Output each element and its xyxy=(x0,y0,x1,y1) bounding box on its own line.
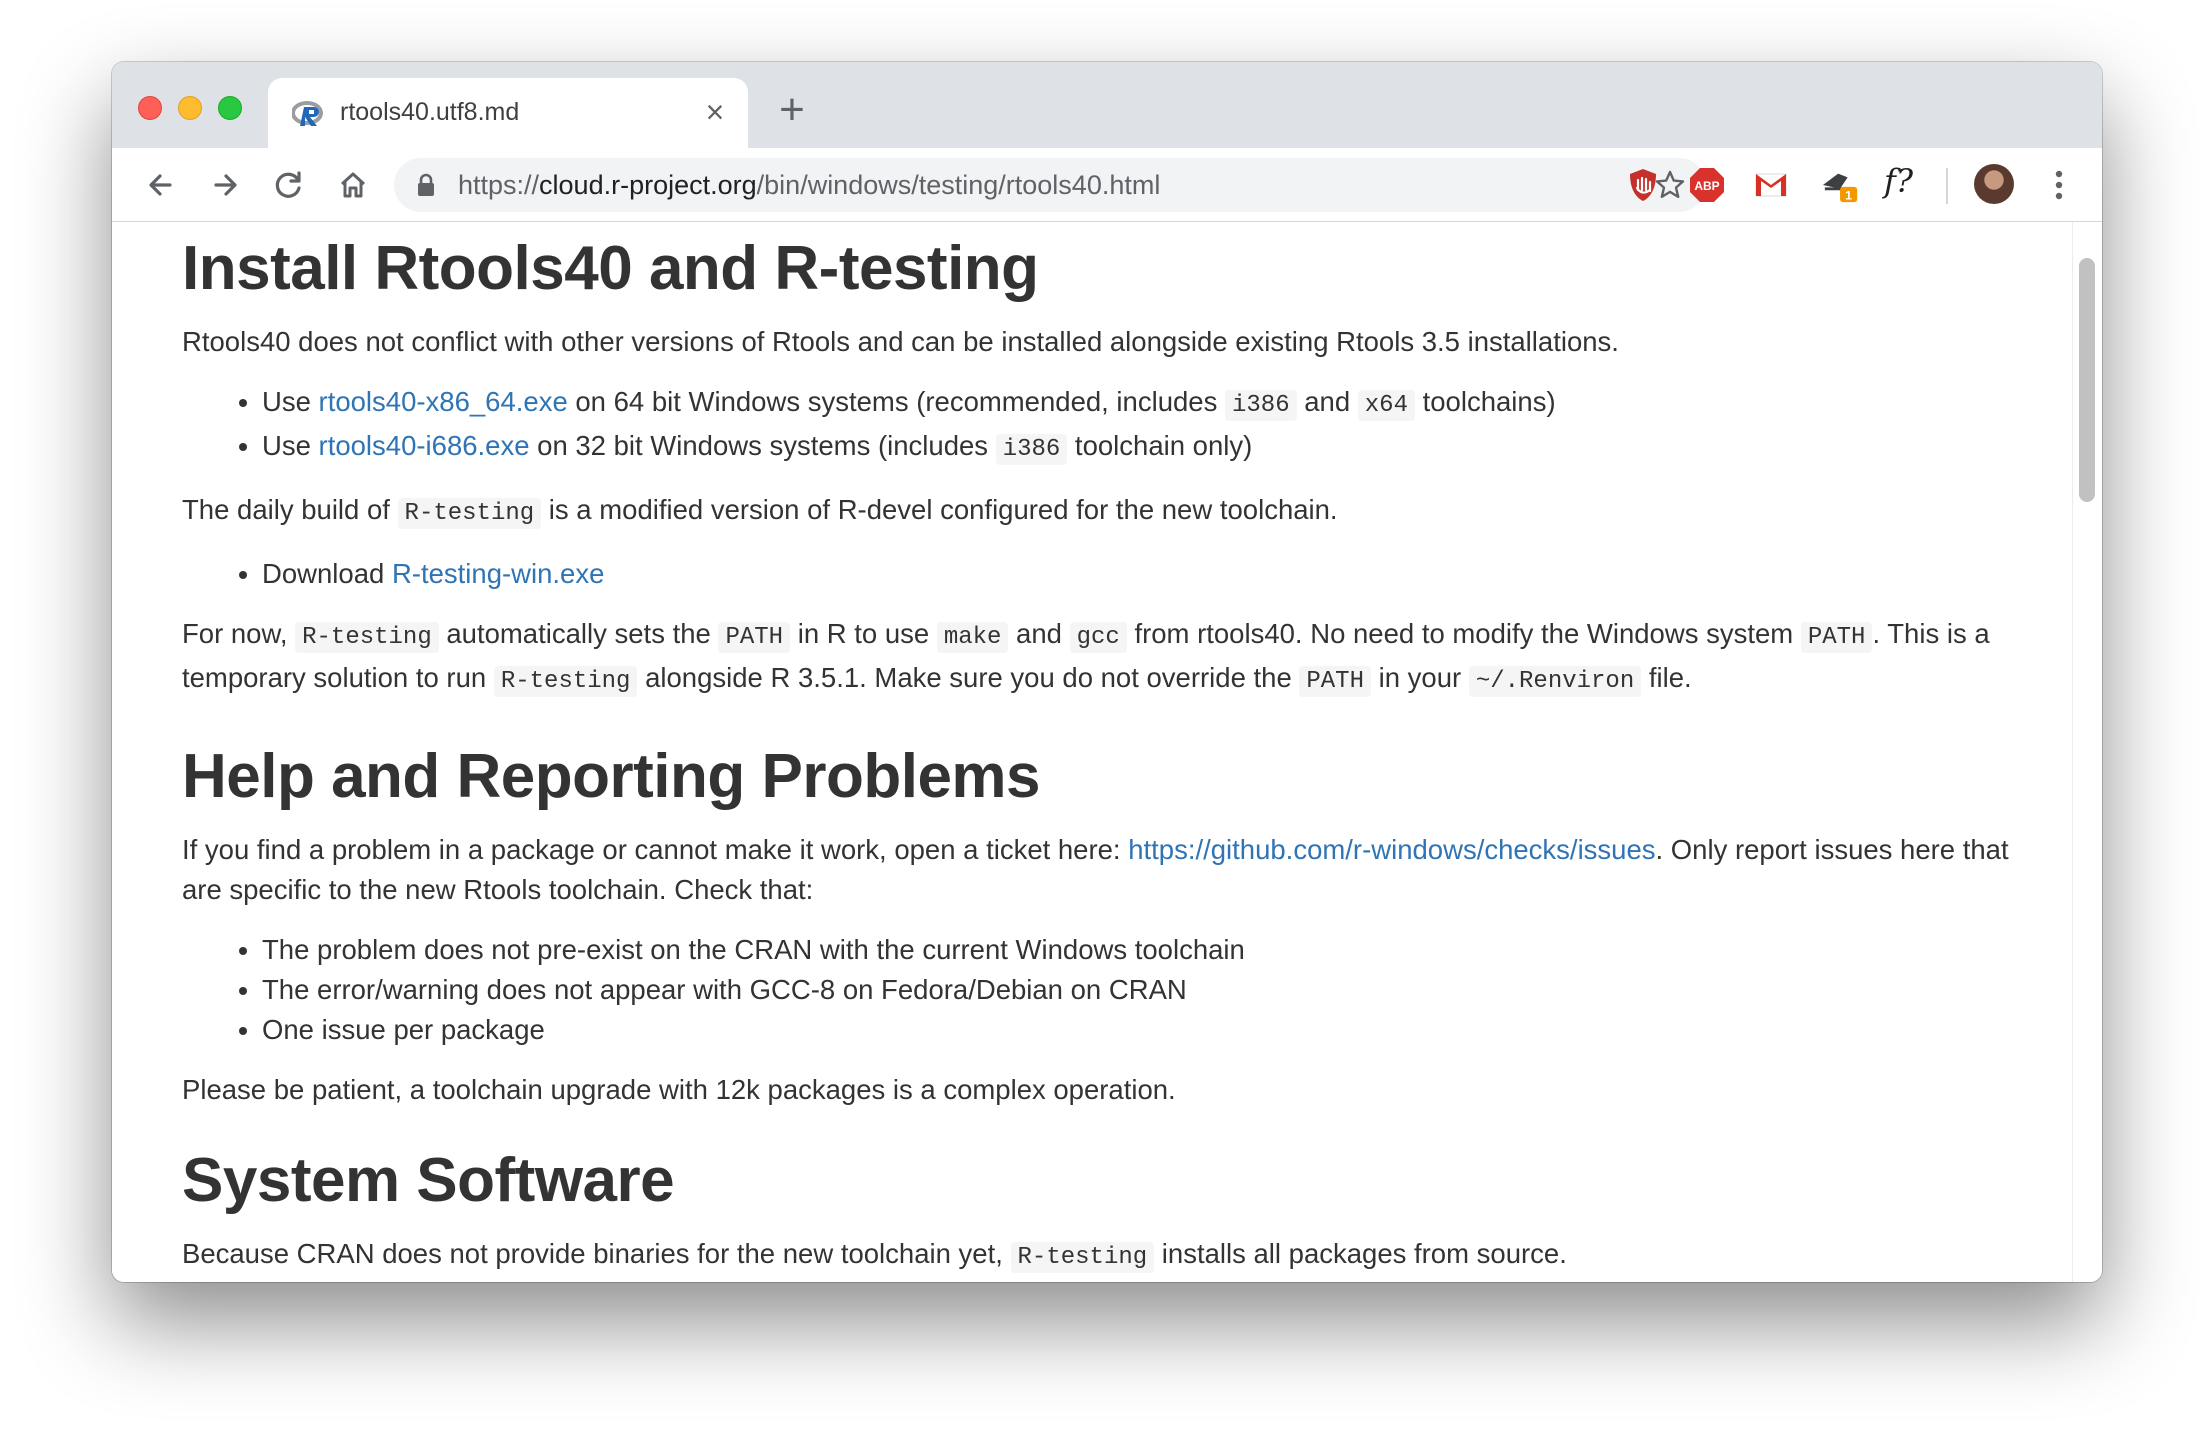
back-arrow-icon[interactable] xyxy=(142,166,180,204)
text-span: automatically sets the xyxy=(438,618,719,649)
code-renviron: ~/.Renviron xyxy=(1468,666,1642,697)
paragraph-for-now: For now, R-testing automatically sets th… xyxy=(182,614,2052,702)
text-span: and xyxy=(1296,386,1358,417)
code-r-testing: R-testing xyxy=(493,666,638,697)
text-span: Because CRAN does not provide binaries f… xyxy=(182,1238,1011,1269)
link-r-testing-win[interactable]: R-testing-win.exe xyxy=(392,558,604,589)
title-bar: rtools40.utf8.md × + xyxy=(112,62,2102,148)
browser-toolbar: https://cloud.r-project.org/bin/windows/… xyxy=(112,148,2102,222)
intro-text: Rtools40 does not conflict with other ve… xyxy=(182,326,1619,357)
code-path: PATH xyxy=(718,622,791,653)
text-span: alongside R 3.5.1. Make sure you do not … xyxy=(637,662,1300,693)
code-path: PATH xyxy=(1800,622,1873,653)
browser-tab[interactable]: rtools40.utf8.md × xyxy=(268,78,748,148)
link-rtools40-i686[interactable]: rtools40-i686.exe xyxy=(319,430,530,461)
code-r-testing: R-testing xyxy=(1010,1242,1155,1273)
stamp-extension-icon[interactable]: 1 xyxy=(1818,166,1864,204)
paragraph-patience: Please be patient, a toolchain upgrade w… xyxy=(182,1070,2052,1110)
list-item: The problem does not pre-exist on the CR… xyxy=(262,930,2052,970)
text-span: Use xyxy=(262,386,319,417)
checklist: The problem does not pre-exist on the CR… xyxy=(182,930,2052,1050)
r-logo-icon xyxy=(292,101,323,126)
url-text[interactable]: https://cloud.r-project.org/bin/windows/… xyxy=(458,170,1160,201)
formula-icon[interactable]: f? xyxy=(1884,162,1928,200)
text-span: Please be patient, a toolchain upgrade w… xyxy=(182,1074,1176,1105)
text-span: from rtools40. No need to modify the Win… xyxy=(1126,618,1801,649)
reload-icon[interactable] xyxy=(270,166,308,204)
scrollbar-thumb[interactable] xyxy=(2079,258,2095,502)
paragraph-intro: Rtools40 does not conflict with other ve… xyxy=(182,322,2052,362)
address-bar[interactable]: https://cloud.r-project.org/bin/windows/… xyxy=(394,158,1706,212)
window-maximize-button[interactable] xyxy=(218,96,242,120)
heading-install: Install Rtools40 and R-testing xyxy=(182,234,1039,303)
paragraph-report: If you find a problem in a package or ca… xyxy=(182,830,2052,910)
text-span: toolchain only) xyxy=(1067,430,1253,461)
text-span: is a modified version of R-devel configu… xyxy=(541,494,1338,525)
adblock-plus-icon[interactable]: ABP xyxy=(1688,166,1726,204)
url-host: cloud.r-project.org xyxy=(539,170,757,200)
code-path: PATH xyxy=(1299,666,1371,697)
text-span: and xyxy=(1008,618,1070,649)
list-item: The error/warning does not appear with G… xyxy=(262,970,2052,1010)
list-item: Use rtools40-x86_64.exe on 64 bit Window… xyxy=(262,382,2052,426)
link-rtools40-x86-64[interactable]: rtools40-x86_64.exe xyxy=(319,386,568,417)
vertical-scrollbar[interactable] xyxy=(2072,222,2102,1282)
code-i386: i386 xyxy=(995,434,1068,465)
code-gcc: gcc xyxy=(1069,622,1127,653)
code-make: make xyxy=(936,622,1009,653)
list-item: Use rtools40-i686.exe on 32 bit Windows … xyxy=(262,426,2052,470)
url-scheme: https:// xyxy=(458,170,540,200)
extension-badge-count: 1 xyxy=(1845,188,1852,202)
text-span: Use xyxy=(262,430,319,461)
text-span: Download xyxy=(262,558,392,589)
forward-arrow-icon[interactable] xyxy=(206,166,244,204)
download-list: Download R-testing-win.exe xyxy=(182,554,2052,594)
text-span: on 32 bit Windows systems (includes xyxy=(529,430,996,461)
tab-title: rtools40.utf8.md xyxy=(340,98,520,126)
browser-window: rtools40.utf8.md × + https://cloud.r-pro… xyxy=(112,62,2102,1282)
lock-icon xyxy=(418,173,434,196)
ublock-icon[interactable] xyxy=(1624,166,1662,204)
heading-help: Help and Reporting Problems xyxy=(182,742,1041,811)
text-span: on 64 bit Windows systems (recommended, … xyxy=(567,386,1225,417)
code-i386: i386 xyxy=(1224,390,1297,421)
text-span: in R to use xyxy=(790,618,937,649)
text-span: installs all packages from source. xyxy=(1154,1238,1567,1269)
new-tab-button[interactable]: + xyxy=(772,88,812,132)
paragraph-system-software: Because CRAN does not provide binaries f… xyxy=(182,1234,2052,1278)
profile-avatar[interactable] xyxy=(1974,164,2014,204)
list-item: Download R-testing-win.exe xyxy=(262,554,2052,594)
code-r-testing: R-testing xyxy=(295,622,439,653)
kebab-menu-icon[interactable] xyxy=(2052,166,2066,204)
code-x64: x64 xyxy=(1357,390,1415,421)
page-viewport: Install Rtools40 and R-testing Rtools40 … xyxy=(112,222,2102,1282)
text-span: in your xyxy=(1370,662,1469,693)
text-span: file. xyxy=(1641,662,1692,693)
link-checks-issues[interactable]: https://github.com/r-windows/checks/issu… xyxy=(1128,834,1655,865)
url-path: /bin/windows/testing/rtools40.html xyxy=(756,170,1161,200)
toolbar-separator xyxy=(1946,168,1948,204)
text-span: The daily build of xyxy=(182,494,398,525)
paragraph-daily-build: The daily build of R-testing is a modifi… xyxy=(182,490,2052,534)
home-icon[interactable] xyxy=(334,166,372,204)
gmail-icon[interactable] xyxy=(1752,166,1790,204)
article: Install Rtools40 and R-testing Rtools40 … xyxy=(182,222,2052,1278)
abp-label: ABP xyxy=(1694,179,1719,193)
code-r-testing: R-testing xyxy=(397,498,542,529)
installer-list: Use rtools40-x86_64.exe on 64 bit Window… xyxy=(182,382,2052,470)
tab-close-icon[interactable]: × xyxy=(700,96,730,128)
list-item: One issue per package xyxy=(262,1010,2052,1050)
window-minimize-button[interactable] xyxy=(178,96,202,120)
text-span: For now, xyxy=(182,618,296,649)
text-span: toolchains) xyxy=(1414,386,1556,417)
text-span: If you find a problem in a package or ca… xyxy=(182,834,1129,865)
window-close-button[interactable] xyxy=(138,96,162,120)
heading-system-software: System Software xyxy=(182,1146,675,1215)
